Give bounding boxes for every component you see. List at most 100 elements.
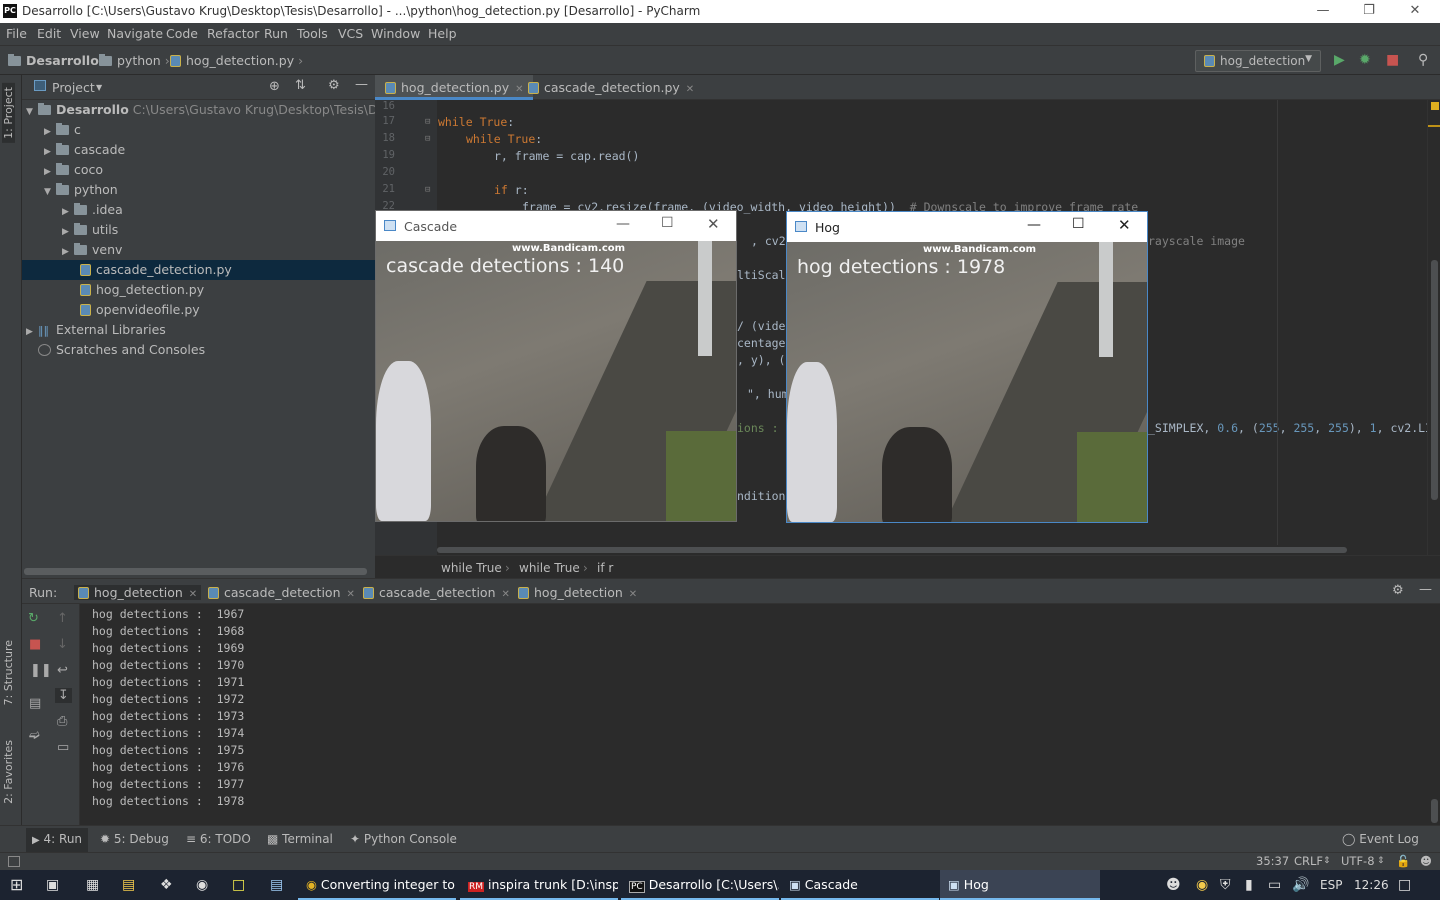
- restore-button[interactable]: ❐: [1346, 0, 1392, 23]
- run-tab-cascade-detection-1[interactable]: cascade_detection ✕: [208, 585, 355, 600]
- menu-navigate[interactable]: Navigate: [107, 26, 163, 41]
- run-tab-hog-detection-1[interactable]: hog_detection ✕: [74, 585, 202, 600]
- scrollbar-thumb[interactable]: [1431, 799, 1438, 823]
- run-configuration-select[interactable]: hog_detection ▼: [1195, 50, 1321, 72]
- down-arrow-icon[interactable]: ↓: [57, 637, 68, 652]
- taskbar-chrome[interactable]: ◉ Converting integer to...: [298, 870, 456, 900]
- run-tab-hog-detection-2[interactable]: hog_detection ✕: [518, 585, 637, 600]
- file-explorer-icon[interactable]: ▤: [122, 877, 135, 893]
- layout-icon[interactable]: ▤: [29, 696, 41, 711]
- usb-icon[interactable]: ▮: [1245, 877, 1253, 893]
- close-icon[interactable]: ✕: [347, 589, 355, 600]
- tool-tab-terminal[interactable]: ▩ Terminal: [267, 832, 333, 846]
- pin-icon[interactable]: ➫: [29, 728, 40, 743]
- stop-icon[interactable]: ■: [29, 637, 41, 652]
- tool-tab-todo[interactable]: ≡ 6: TODO: [186, 832, 251, 846]
- tree-item-coco[interactable]: ▶ coco: [22, 160, 375, 180]
- project-tool-tab[interactable]: 1: Project: [2, 83, 15, 143]
- nav-crumb-project[interactable]: Desarrollo ›: [8, 53, 108, 68]
- minimize-button[interactable]: —: [616, 216, 630, 232]
- notifications-icon[interactable]: □: [1398, 877, 1411, 893]
- cascade-window[interactable]: Cascade — ☐ ✕ www.Bandicam.com cascade d…: [375, 210, 737, 522]
- gear-icon[interactable]: ⚙: [328, 78, 340, 93]
- tool-tab-run[interactable]: ▶ 4: Run: [26, 828, 89, 852]
- scrollbar-thumb[interactable]: [437, 547, 1347, 553]
- warning-icon[interactable]: [1431, 102, 1439, 110]
- up-arrow-icon[interactable]: ↑: [57, 611, 68, 626]
- menu-refactor[interactable]: Refactor: [207, 26, 259, 41]
- close-button[interactable]: ✕: [1392, 0, 1438, 23]
- search-icon[interactable]: ⚲: [1418, 52, 1428, 68]
- scrollbar-thumb[interactable]: [1431, 260, 1438, 500]
- menu-file[interactable]: File: [6, 26, 27, 41]
- taskbar-cascade[interactable]: ▣ Cascade: [781, 870, 939, 900]
- horizontal-scrollbar[interactable]: [24, 568, 367, 575]
- scroll-to-end-icon[interactable]: ↧: [55, 688, 72, 703]
- notepad-icon[interactable]: ▤: [270, 877, 283, 893]
- tree-item-cascade-detection[interactable]: cascade_detection.py: [22, 260, 375, 280]
- hide-panel-icon[interactable]: —: [1419, 582, 1432, 597]
- taskbar-pycharm[interactable]: PC Desarrollo [C:\Users\...: [621, 870, 779, 900]
- volume-icon[interactable]: 🔊: [1292, 877, 1309, 893]
- tree-item-utils[interactable]: ▶ utils: [22, 220, 375, 240]
- cascade-window-titlebar[interactable]: Cascade — ☐ ✕: [376, 211, 736, 241]
- close-icon[interactable]: ✕: [502, 589, 510, 600]
- warning-marker[interactable]: [1428, 125, 1440, 127]
- notes-icon[interactable]: □: [232, 877, 245, 893]
- menu-help[interactable]: Help: [428, 26, 457, 41]
- run-tab-cascade-detection-2[interactable]: cascade_detection ✕: [363, 585, 510, 600]
- menu-run[interactable]: Run: [264, 26, 288, 41]
- lock-icon[interactable]: 🔓: [1396, 854, 1410, 868]
- collapse-all-icon[interactable]: ⇅: [295, 78, 306, 93]
- menu-code[interactable]: Code: [166, 26, 198, 41]
- breadcrumb-if-r[interactable]: if r: [597, 561, 613, 575]
- tool-tab-debug[interactable]: ✹ 5: Debug: [100, 832, 169, 846]
- tree-item-external-libraries[interactable]: ▶ ‖‖ External Libraries: [22, 320, 375, 340]
- tree-item-idea[interactable]: ▶ .idea: [22, 200, 375, 220]
- tab-cascade-detection[interactable]: cascade_detection.py ✕: [518, 75, 704, 100]
- console-scrollbar[interactable]: [1428, 604, 1440, 825]
- network-icon[interactable]: ▭: [1268, 877, 1281, 893]
- minimize-button[interactable]: —: [1027, 217, 1041, 233]
- maximize-button[interactable]: ☐: [661, 215, 674, 231]
- minimize-button[interactable]: —: [1300, 0, 1346, 23]
- editor-horizontal-scrollbar[interactable]: [437, 545, 1427, 555]
- hog-window[interactable]: Hog — ☐ ✕ www.Bandicam.com hog detection…: [786, 211, 1148, 523]
- favorites-tool-tab[interactable]: 2: Favorites: [2, 740, 15, 804]
- fold-icon[interactable]: ⊟: [425, 117, 430, 127]
- pause-icon[interactable]: ❚❚: [30, 663, 52, 678]
- print-icon[interactable]: ⎙: [57, 714, 67, 729]
- breadcrumb-while-true-inner[interactable]: while True: [519, 561, 580, 575]
- menu-vcs[interactable]: VCS: [338, 26, 363, 41]
- trash-icon[interactable]: ▭: [57, 740, 69, 755]
- breadcrumb-while-true[interactable]: while True: [441, 561, 502, 575]
- maximize-button[interactable]: ☐: [1072, 216, 1085, 232]
- tool-tab-python-console[interactable]: ✦ Python Console: [350, 832, 457, 846]
- tool-tab-event-log[interactable]: ◯ Event Log: [1342, 832, 1419, 846]
- menu-window[interactable]: Window: [371, 26, 420, 41]
- close-icon[interactable]: ✕: [629, 589, 637, 600]
- toggle-tool-windows-icon[interactable]: [8, 856, 20, 867]
- menu-edit[interactable]: Edit: [37, 26, 61, 41]
- debug-icon[interactable]: ✹: [1359, 52, 1371, 68]
- tree-item-openvideofile[interactable]: openvideofile.py: [22, 300, 375, 320]
- tree-item-venv[interactable]: ▶ venv: [22, 240, 375, 260]
- run-console[interactable]: hog detections : 1967 hog detections : 1…: [80, 604, 1428, 825]
- close-button[interactable]: ✕: [1118, 216, 1131, 234]
- fold-icon[interactable]: ⊟: [425, 185, 430, 195]
- close-button[interactable]: ✕: [707, 215, 720, 233]
- tree-item-c[interactable]: ▶ c: [22, 120, 375, 140]
- hide-panel-icon[interactable]: —: [355, 77, 368, 92]
- locate-icon[interactable]: ⊕: [269, 79, 280, 94]
- tray-app-icon[interactable]: ◉: [1196, 877, 1208, 893]
- shield-icon[interactable]: ⛨: [1220, 877, 1231, 893]
- tree-item-hog-detection[interactable]: hog_detection.py: [22, 280, 375, 300]
- calculator-icon[interactable]: ▦: [86, 877, 99, 893]
- tree-item-cascade[interactable]: ▶ cascade: [22, 140, 375, 160]
- taskbar-rubymine[interactable]: RM inspira trunk [D:\inspi...: [460, 870, 618, 900]
- app-icon[interactable]: ◉: [196, 877, 208, 893]
- tree-item-python[interactable]: ▼ python: [22, 180, 375, 200]
- gear-icon[interactable]: ⚙: [1392, 583, 1404, 598]
- file-encoding[interactable]: UTF-8: [1341, 854, 1375, 868]
- nav-crumb-python[interactable]: python ›: [99, 53, 170, 68]
